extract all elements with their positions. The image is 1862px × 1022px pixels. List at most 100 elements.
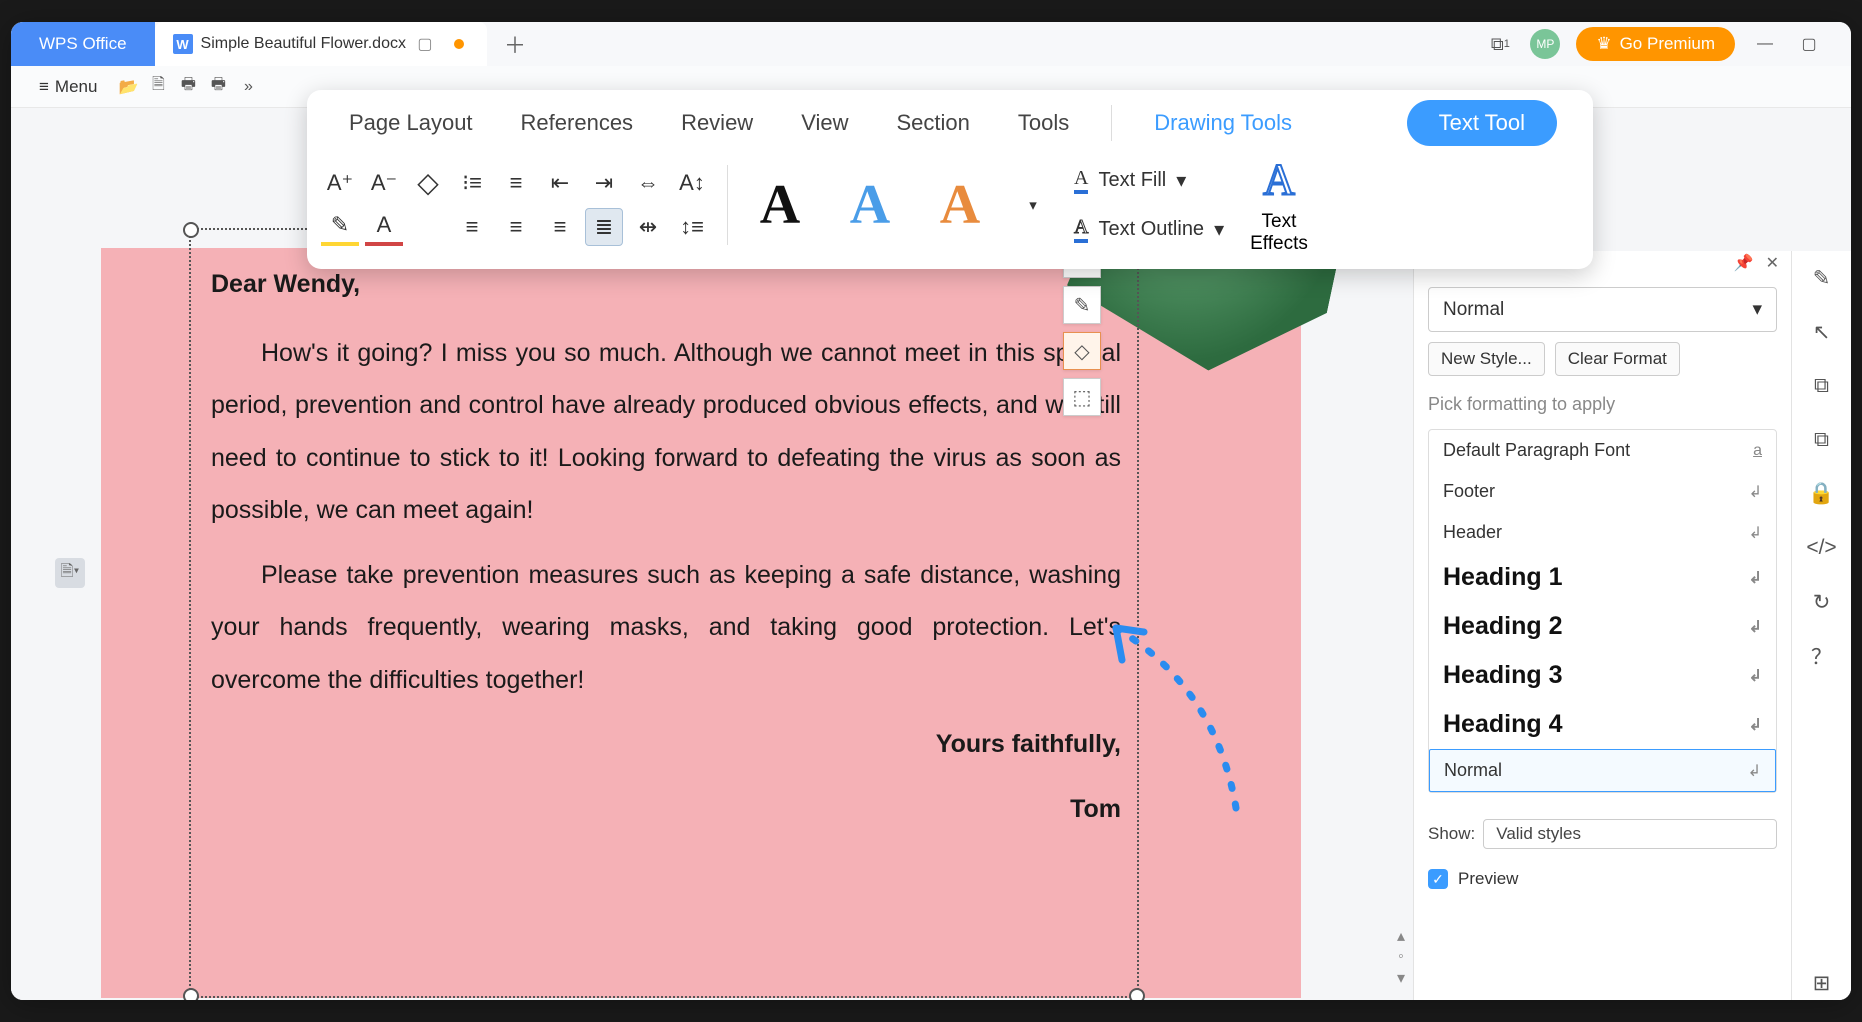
style-heading-3[interactable]: Heading 3↲	[1429, 651, 1776, 700]
resize-handle-bl[interactable]	[183, 988, 199, 1000]
resize-handle-tl[interactable]	[183, 222, 199, 238]
titlebar: WPS Office W Simple Beautiful Flower.doc…	[11, 22, 1851, 66]
dropdown-icon: ▾	[1214, 217, 1224, 242]
text-outline-button[interactable]: A Text Outline ▾	[1066, 212, 1232, 247]
edit-rail-icon[interactable]: ✎	[1805, 261, 1839, 295]
text-direction-icon[interactable]: A↕	[673, 164, 711, 202]
copy-rail-icon[interactable]: ⧉	[1805, 423, 1839, 457]
grow-font-icon[interactable]: A⁺	[321, 164, 359, 202]
style-normal[interactable]: Normal↲	[1429, 749, 1776, 792]
tab-review[interactable]: Review	[675, 102, 759, 144]
styles-list: Default Paragraph Fonta Footer↲ Header↲ …	[1428, 429, 1777, 793]
scroll-up-icon[interactable]: ▴	[1397, 926, 1405, 946]
apps-rail-icon[interactable]: ⊞	[1805, 966, 1839, 1000]
window-mode-icon[interactable]: ⧉1	[1486, 30, 1514, 58]
align-left-icon[interactable]: ≡	[453, 208, 491, 246]
style-heading-4[interactable]: Heading 4↲	[1429, 700, 1776, 749]
help-rail-icon[interactable]: ？	[1805, 639, 1839, 673]
text-outline-icon: A	[1074, 216, 1088, 243]
preview-checkbox[interactable]: ✓	[1428, 869, 1448, 889]
bullet-list-icon[interactable]: ⁝≡	[453, 164, 491, 202]
current-style-select[interactable]: Normal ▾	[1428, 287, 1777, 332]
tab-view[interactable]: View	[795, 102, 854, 144]
app-badge[interactable]: WPS Office	[11, 22, 155, 66]
text-effects-label[interactable]: Text Effects	[1250, 211, 1308, 255]
document-text[interactable]: Dear Wendy, How's it going? I miss you s…	[211, 258, 1121, 835]
doc-icon: W	[173, 34, 193, 54]
align-center-icon[interactable]: ≡	[497, 208, 535, 246]
print-icon[interactable]: 🖶	[175, 74, 201, 100]
new-style-button[interactable]: New Style...	[1428, 342, 1545, 376]
print-preview-icon[interactable]: 🖶	[205, 74, 231, 100]
eraser-icon[interactable]: ◇	[409, 164, 447, 202]
right-tool-rail: ✎ ↖ ⧉ ⧉ 🔒 </> ↻ ？ ⊞	[1791, 251, 1851, 1000]
more-quickaccess-icon[interactable]: »	[235, 74, 261, 100]
tab-section[interactable]: Section	[891, 102, 976, 144]
text-style-preset-3[interactable]: A	[924, 173, 996, 237]
highlight-color-icon[interactable]: ✎	[321, 208, 359, 246]
preset-more-icon[interactable]: ▾	[1014, 186, 1052, 224]
paragraph-2: Please take prevention measures such as …	[211, 549, 1121, 707]
left-gutter: 🗎▾	[11, 108, 91, 1000]
text-tool-pill[interactable]: Text Tool	[1407, 100, 1557, 146]
lock-rail-icon[interactable]: 🔒	[1805, 477, 1839, 511]
style-default-paragraph-font[interactable]: Default Paragraph Fonta	[1429, 430, 1776, 471]
go-premium-button[interactable]: ♛ Go Premium	[1576, 27, 1735, 61]
pin-icon[interactable]: 📌	[1734, 253, 1754, 273]
scroll-mark-icon[interactable]: ◦	[1398, 948, 1404, 966]
decrease-indent-icon[interactable]: ⇤	[541, 164, 579, 202]
increase-indent-icon[interactable]: ⇥	[585, 164, 623, 202]
save-icon[interactable]: 🗎	[145, 74, 171, 100]
resize-handle-br[interactable]	[1129, 988, 1145, 1000]
wrap-behind-icon[interactable]: ◇	[1063, 332, 1101, 370]
shrink-font-icon[interactable]: A⁻	[365, 164, 403, 202]
unsaved-indicator-icon	[454, 39, 464, 49]
document-tab[interactable]: W Simple Beautiful Flower.docx ▢	[155, 22, 487, 66]
text-effects-icon[interactable]: A	[1263, 154, 1295, 205]
pick-format-label: Pick formatting to apply	[1414, 388, 1791, 423]
cursor-rail-icon[interactable]: ↖	[1805, 315, 1839, 349]
page-rail-icon[interactable]: ⧉	[1805, 369, 1839, 403]
code-rail-icon[interactable]: </>	[1805, 531, 1839, 565]
menu-button[interactable]: ≡Menu	[25, 71, 111, 103]
align-right-icon[interactable]: ≡	[541, 208, 579, 246]
line-spacing-icon[interactable]: ↕≡	[673, 208, 711, 246]
tab-tools[interactable]: Tools	[1012, 102, 1075, 144]
signoff-1: Yours faithfully,	[211, 718, 1121, 771]
tab-drawing-tools[interactable]: Drawing Tools	[1148, 102, 1298, 144]
page-nav-icon[interactable]: 🗎▾	[55, 558, 85, 588]
distribute-icon[interactable]: ⇹	[629, 208, 667, 246]
text-fill-icon: A	[1074, 167, 1088, 194]
close-panel-icon[interactable]: ✕	[1766, 253, 1779, 273]
minimize-button[interactable]: —	[1751, 30, 1779, 58]
document-page[interactable]: 🕊 Dear Wendy, How's it going? I miss you…	[101, 248, 1301, 998]
tab-references[interactable]: References	[515, 102, 640, 144]
style-heading-1[interactable]: Heading 1↲	[1429, 553, 1776, 602]
divider	[727, 165, 728, 245]
text-fill-button[interactable]: A Text Fill ▾	[1066, 163, 1232, 198]
tab-monitor-icon[interactable]: ▢	[414, 33, 436, 55]
open-icon[interactable]: 📂	[115, 74, 141, 100]
text-style-preset-2[interactable]: A	[834, 173, 906, 237]
style-heading-2[interactable]: Heading 2↲	[1429, 602, 1776, 651]
account-avatar[interactable]: MP	[1530, 29, 1560, 59]
clear-format-button[interactable]: Clear Format	[1555, 342, 1680, 376]
show-value-select[interactable]: Valid styles	[1483, 819, 1777, 849]
font-color-icon[interactable]: A	[365, 208, 403, 246]
align-justify-icon[interactable]: ≣	[585, 208, 623, 246]
divider	[1111, 105, 1112, 141]
text-style-preset-1[interactable]: A	[744, 173, 816, 237]
maximize-button[interactable]: ▢	[1795, 30, 1823, 58]
scroll-down-icon[interactable]: ▾	[1397, 968, 1405, 988]
style-header[interactable]: Header↲	[1429, 512, 1776, 553]
eyedropper-icon[interactable]: ✎	[1063, 286, 1101, 324]
new-tab-button[interactable]: ＋	[497, 26, 533, 62]
preview-label: Preview	[1458, 869, 1518, 889]
char-spacing-icon[interactable]: ⇔	[629, 164, 667, 202]
paragraph-1: How's it going? I miss you so much. Alth…	[211, 327, 1121, 537]
tab-page-layout[interactable]: Page Layout	[343, 102, 479, 144]
style-footer[interactable]: Footer↲	[1429, 471, 1776, 512]
numbered-list-icon[interactable]: ≡	[497, 164, 535, 202]
wrap-front-icon[interactable]: ⬚	[1063, 378, 1101, 416]
history-rail-icon[interactable]: ↻	[1805, 585, 1839, 619]
